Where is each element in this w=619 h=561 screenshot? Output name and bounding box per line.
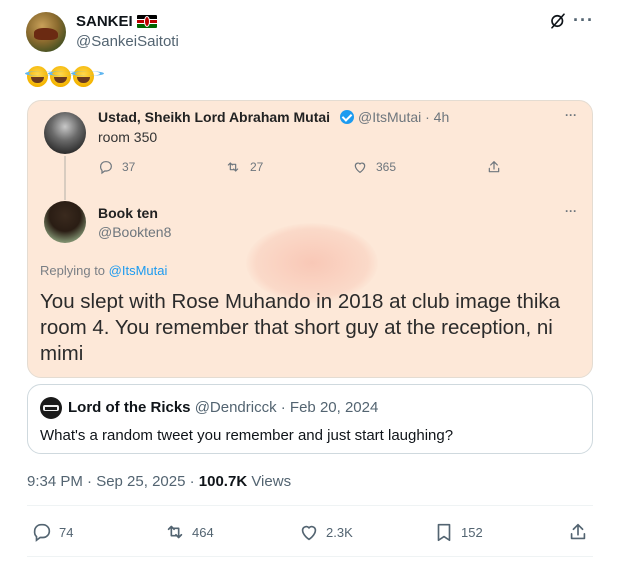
more-options-icon[interactable]: ··· (573, 10, 594, 31)
screenshot-retweet-value: 27 (250, 160, 264, 174)
screenshot-replying-to: Replying to @ItsMutai (40, 263, 167, 278)
replying-prefix: Replying to (40, 263, 109, 278)
screenshot-handle-2: @Bookten8 (98, 224, 172, 240)
retweet-button[interactable]: 464 (164, 521, 214, 543)
grok-icon[interactable] (549, 12, 567, 30)
retweet-icon (167, 525, 183, 539)
screenshot-body-text: You slept with Rose Muhando in 2018 at c… (40, 290, 561, 365)
views-label: Views (247, 473, 292, 490)
share-icon (488, 161, 500, 173)
screenshot-reply-value: 37 (122, 160, 136, 174)
reply-icon (100, 161, 112, 175)
quoted-text: What's a random tweet you remember and j… (40, 427, 454, 444)
author-avatar[interactable] (26, 12, 66, 52)
reply-count: 74 (59, 524, 74, 540)
screenshot-name-2: Book ten (98, 205, 158, 221)
tears-of-joy-emoji-icon (48, 66, 81, 87)
screenshot-retweet-count: 27 (224, 159, 263, 175)
screenshot-text-1: room 350 (98, 129, 158, 145)
tweet-meta: 9:34 PM · Sep 25, 2025 · 100.7K Views (27, 473, 291, 490)
share-button[interactable] (567, 521, 589, 543)
quoted-name: Lord of the Ricks (68, 399, 191, 416)
screenshot-more-icon: ··· (565, 204, 577, 218)
reply-icon (33, 523, 51, 542)
replying-mention: @ItsMutai (108, 263, 168, 278)
bookmark-count: 152 (461, 524, 483, 540)
divider (27, 505, 593, 506)
quoted-avatar (40, 397, 62, 419)
quoted-tweet[interactable]: Lord of the Ricks @Dendricck · Feb 20, 2… (27, 384, 593, 454)
heart-icon (301, 525, 317, 541)
reply-button[interactable]: 74 (31, 521, 73, 543)
screenshot-avatar-2 (44, 201, 86, 243)
retweet-icon (227, 162, 239, 172)
like-count: 2.3K (326, 524, 353, 540)
attached-screenshot-image[interactable]: Ustad, Sheikh Lord Abraham Mutai @ItsMut… (27, 100, 593, 378)
kenya-flag-icon (136, 15, 157, 28)
bookmark-icon (437, 523, 451, 542)
screenshot-like-value: 365 (376, 160, 397, 174)
tweet: SANKEI @SankeiSaitoti ··· Ustad, Sheikh … (0, 0, 619, 561)
author-name-row[interactable]: SANKEI (76, 13, 157, 30)
author-handle[interactable]: @SankeiSaitoti (76, 33, 179, 50)
screenshot-handle-time-1: @ItsMutai · 4h (358, 109, 450, 125)
thread-line (64, 156, 66, 200)
divider (27, 556, 593, 557)
quoted-header: Lord of the Ricks @Dendricck · Feb 20, 2… (68, 399, 378, 416)
tweet-text (25, 66, 104, 87)
screenshot-reply-count: 37 (98, 159, 135, 175)
screenshot-like-count: 365 (352, 159, 396, 175)
heart-icon (354, 162, 366, 174)
bookmark-button[interactable]: 152 (433, 521, 483, 543)
timestamp[interactable]: 9:34 PM · Sep 25, 2025 · (27, 473, 199, 490)
views-count: 100.7K (198, 473, 248, 490)
screenshot-name-1: Ustad, Sheikh Lord Abraham Mutai (98, 109, 331, 125)
screenshot-avatar-1 (44, 112, 86, 154)
share-icon (570, 523, 586, 540)
like-button[interactable]: 2.3K (298, 521, 353, 543)
retweet-count: 464 (192, 524, 214, 540)
author-display-name[interactable]: SANKEI (76, 13, 133, 30)
quoted-handle-date: @Dendricck · Feb 20, 2024 (194, 399, 379, 416)
tears-of-joy-emoji-icon (25, 66, 58, 87)
tears-of-joy-emoji-icon (71, 66, 104, 87)
screenshot-more-icon: ··· (565, 108, 577, 122)
screenshot-share (486, 159, 502, 175)
verified-badge-icon (340, 110, 354, 124)
